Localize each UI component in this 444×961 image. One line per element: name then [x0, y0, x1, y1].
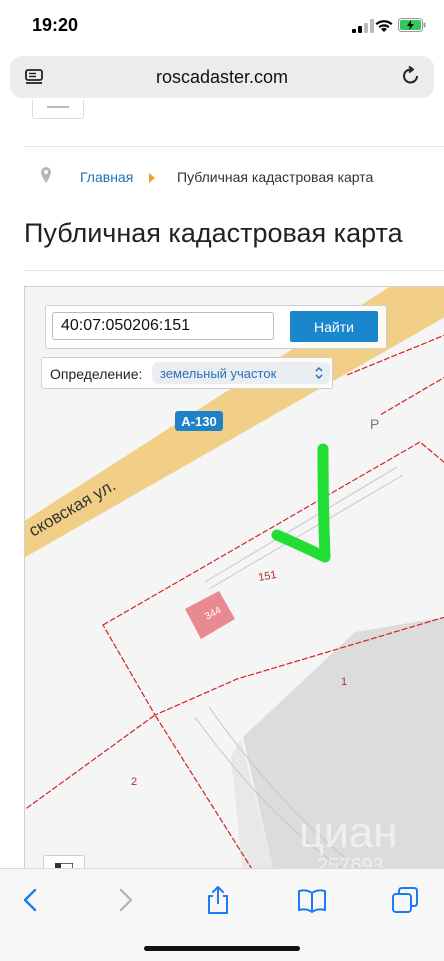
- definition-panel: Определение: земельный участок: [41, 357, 333, 389]
- definition-select[interactable]: земельный участок: [152, 362, 330, 384]
- cadastral-map[interactable]: А-130 сковская ул. 151 1 2 Р 344 циан 25…: [24, 286, 444, 878]
- road-edge-line: [208, 474, 404, 590]
- watermark-brand: циан: [299, 808, 398, 857]
- breadcrumb-arrow-icon: [149, 173, 155, 183]
- tabs-icon[interactable]: [390, 885, 420, 915]
- url-text[interactable]: roscadaster.com: [10, 67, 434, 88]
- status-bar: 19:20: [0, 0, 444, 50]
- breadcrumb-current: Публичная кадастровая карта: [177, 169, 374, 185]
- browser-toolbar: [0, 868, 444, 961]
- home-indicator: [144, 946, 300, 951]
- parcel-label-2: 2: [131, 776, 137, 788]
- green-checkmark-icon: [271, 443, 331, 563]
- search-panel: Найти: [45, 305, 387, 349]
- definition-label: Определение:: [50, 366, 143, 382]
- cadastral-number-input[interactable]: [52, 312, 274, 340]
- forward-icon[interactable]: [110, 885, 140, 915]
- road-edge-line: [204, 466, 398, 583]
- wifi-icon: [375, 20, 393, 32]
- battery-charging-icon: [398, 18, 426, 32]
- share-icon[interactable]: [203, 885, 233, 915]
- page-title: Публичная кадастровая карта: [24, 218, 403, 248]
- parcel-label-r: Р: [370, 416, 379, 432]
- divider: [24, 270, 444, 271]
- reload-icon[interactable]: [400, 65, 422, 87]
- parcel-label-151: 151: [257, 569, 277, 584]
- chevron-up-down-icon: [315, 366, 323, 380]
- bookmarks-icon[interactable]: [297, 885, 327, 915]
- breadcrumb-home-link[interactable]: Главная: [80, 169, 133, 185]
- back-icon[interactable]: [16, 885, 46, 915]
- parcel-label-1: 1: [341, 676, 347, 688]
- cellular-signal-icon: [352, 19, 374, 33]
- collapsed-menu-tab[interactable]: [32, 100, 84, 119]
- parcel-2-boundary: [25, 714, 258, 877]
- address-bar[interactable]: roscadaster.com: [10, 56, 434, 98]
- divider: [24, 146, 444, 147]
- definition-select-value[interactable]: земельный участок: [160, 366, 276, 381]
- location-pin-icon: [41, 167, 51, 183]
- road-badge-label: А-130: [181, 414, 216, 429]
- find-button[interactable]: Найти: [290, 311, 378, 342]
- menu-handle: [47, 106, 69, 108]
- status-time: 19:20: [32, 15, 79, 35]
